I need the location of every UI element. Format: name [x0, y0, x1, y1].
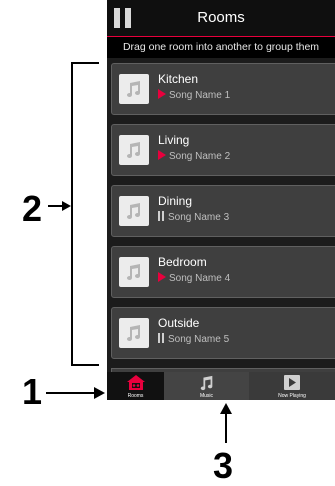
album-art-icon [119, 318, 149, 348]
room-card-kitchen[interactable]: Kitchen Song Name 1 [111, 63, 335, 115]
callout-2: 2 [22, 188, 43, 229]
home-speaker-icon [127, 375, 145, 390]
song-name: Song Name 5 [168, 334, 230, 345]
arrow-up-icon [220, 403, 232, 443]
tab-bar: Rooms Music Now Playing [107, 372, 335, 400]
song-name: Song Name 3 [168, 212, 230, 223]
album-art-icon [119, 257, 149, 287]
tab-label: Now Playing [278, 393, 306, 399]
rooms-bracket [71, 62, 99, 366]
music-note-icon [200, 375, 213, 391]
song-line: Song Name 2 [158, 150, 230, 162]
song-name: Song Name 1 [169, 90, 231, 101]
top-bar: Rooms [107, 0, 335, 37]
room-card-dining[interactable]: Dining Song Name 3 [111, 185, 335, 237]
tab-music[interactable]: Music [164, 372, 249, 400]
room-name: Outside [158, 316, 200, 330]
album-art-icon [119, 74, 149, 104]
room-name: Dining [158, 194, 193, 208]
room-card-bedroom[interactable]: Bedroom Song Name 4 [111, 246, 335, 298]
room-card-outside[interactable]: Outside Song Name 5 [111, 307, 335, 359]
paused-icon [158, 211, 165, 221]
playing-icon [158, 272, 166, 282]
room-name: Bedroom [158, 255, 207, 269]
tab-label: Rooms [127, 393, 144, 399]
paused-icon [158, 333, 165, 343]
album-art-icon [119, 135, 149, 165]
callout-1: 1 [22, 371, 43, 412]
song-name: Song Name 2 [169, 151, 231, 162]
song-line: Song Name 3 [158, 211, 229, 223]
song-line: Song Name 5 [158, 333, 229, 345]
tab-label: Music [199, 393, 214, 399]
phone-screen: Rooms Drag one room into another to grou… [107, 0, 335, 400]
song-line: Song Name 4 [158, 272, 230, 284]
playing-icon [158, 89, 166, 99]
play-icon [284, 375, 300, 390]
song-name: Song Name 4 [169, 273, 231, 284]
playing-icon [158, 150, 166, 160]
arrow-right-icon [46, 387, 105, 399]
arrow-right-icon [48, 201, 71, 211]
tab-rooms[interactable]: Rooms [107, 372, 164, 400]
tab-now-playing[interactable]: Now Playing [249, 372, 335, 400]
room-name: Kitchen [158, 72, 199, 86]
room-name: Living [158, 133, 190, 147]
album-art-icon [119, 196, 149, 226]
room-card-living[interactable]: Living Song Name 2 [111, 124, 335, 176]
callout-3: 3 [213, 445, 234, 486]
drag-hint: Drag one room into another to group them [107, 37, 335, 58]
page-title: Rooms [197, 9, 245, 26]
song-line: Song Name 1 [158, 89, 230, 101]
